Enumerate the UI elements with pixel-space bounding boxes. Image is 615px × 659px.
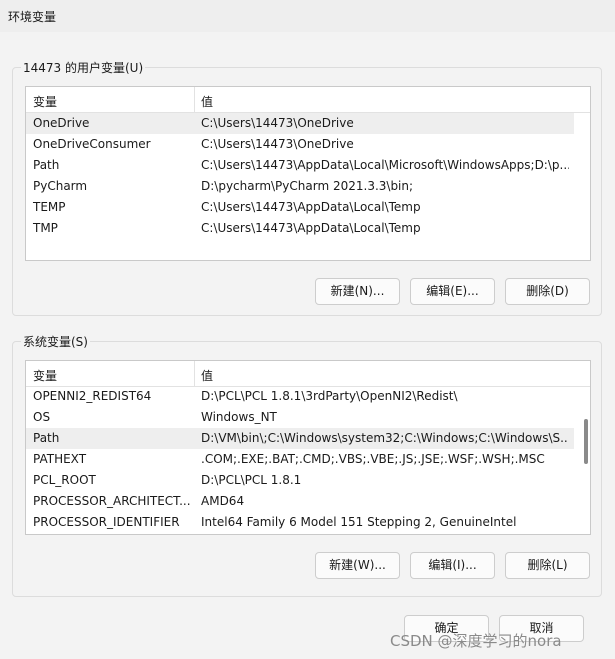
window-title: 环境变量 bbox=[8, 10, 57, 24]
title-bar: 环境变量 bbox=[0, 0, 615, 32]
column-header-value[interactable]: 值 bbox=[201, 367, 213, 384]
system-var-row-pathext[interactable]: PATHEXT .COM;.EXE;.BAT;.CMD;.VBS;.VBE;.J… bbox=[26, 449, 574, 470]
var-name: PATHEXT bbox=[33, 452, 87, 466]
var-name: PyCharm bbox=[33, 179, 88, 193]
var-value: D:\pycharm\PyCharm 2021.3.3\bin; bbox=[201, 179, 414, 193]
var-name: Path bbox=[33, 158, 60, 172]
var-name: OneDriveConsumer bbox=[33, 137, 151, 151]
var-value: C:\Users\14473\AppData\Local\Temp bbox=[201, 221, 421, 235]
system-var-row-os[interactable]: OS Windows_NT bbox=[26, 407, 574, 428]
var-value: .COM;.EXE;.BAT;.CMD;.VBS;.VBE;.JS;.JSE;.… bbox=[201, 452, 545, 466]
system-delete-button[interactable]: 删除(L) bbox=[505, 552, 590, 579]
column-divider[interactable] bbox=[194, 361, 195, 386]
system-variables-list[interactable]: 变量 值 OPENNI2_REDIST64 D:\PCL\PCL 1.8.1\3… bbox=[25, 360, 591, 535]
var-value: C:\Users\14473\AppData\Local\Temp bbox=[201, 200, 421, 214]
watermark: CSDN @深度学习的nora bbox=[390, 632, 562, 650]
system-var-row-openni2[interactable]: OPENNI2_REDIST64 D:\PCL\PCL 1.8.1\3rdPar… bbox=[26, 386, 574, 407]
var-name: PROCESSOR_ARCHITECT... bbox=[33, 494, 191, 508]
var-name: PROCESSOR_IDENTIFIER bbox=[33, 515, 180, 529]
system-var-row-path[interactable]: Path D:\VM\bin\;C:\Windows\system32;C:\W… bbox=[26, 428, 574, 449]
system-variables-label: 系统变量(S) bbox=[21, 333, 90, 350]
var-name: OPENNI2_REDIST64 bbox=[33, 389, 152, 403]
user-delete-button[interactable]: 删除(D) bbox=[505, 278, 590, 305]
user-var-row-tmp[interactable]: TMP C:\Users\14473\AppData\Local\Temp bbox=[26, 218, 574, 239]
var-name: TEMP bbox=[33, 200, 66, 214]
var-value: C:\Users\14473\OneDrive bbox=[201, 116, 354, 130]
vertical-scrollbar-thumb[interactable] bbox=[584, 419, 588, 464]
var-value: C:\Users\14473\OneDrive bbox=[201, 137, 354, 151]
var-name: OS bbox=[33, 410, 51, 424]
user-variables-label: 14473 的用户变量(U) bbox=[21, 59, 146, 76]
system-var-row-pcl-root[interactable]: PCL_ROOT D:\PCL\PCL 1.8.1 bbox=[26, 470, 574, 491]
user-var-row-path[interactable]: Path C:\Users\14473\AppData\Local\Micros… bbox=[26, 155, 574, 176]
var-name: PCL_ROOT bbox=[33, 473, 96, 487]
column-header-variable[interactable]: 变量 bbox=[33, 367, 57, 384]
var-value: D:\PCL\PCL 1.8.1 bbox=[201, 473, 302, 487]
user-new-button[interactable]: 新建(N)... bbox=[315, 278, 400, 305]
var-value: D:\VM\bin\;C:\Windows\system32;C:\Window… bbox=[201, 431, 569, 445]
list-header: 变量 值 bbox=[26, 87, 590, 113]
column-header-variable[interactable]: 变量 bbox=[33, 93, 57, 110]
var-name: TMP bbox=[33, 221, 58, 235]
var-name: Path bbox=[33, 431, 60, 445]
system-edit-button[interactable]: 编辑(I)... bbox=[410, 552, 495, 579]
column-header-value[interactable]: 值 bbox=[201, 93, 213, 110]
system-new-button[interactable]: 新建(W)... bbox=[315, 552, 400, 579]
var-value: C:\Users\14473\AppData\Local\Microsoft\W… bbox=[201, 158, 569, 172]
var-name: OneDrive bbox=[33, 116, 90, 130]
user-var-row-onedrive[interactable]: OneDrive C:\Users\14473\OneDrive bbox=[26, 113, 574, 134]
user-var-row-onedriveconsumer[interactable]: OneDriveConsumer C:\Users\14473\OneDrive bbox=[26, 134, 574, 155]
user-variables-group: 14473 的用户变量(U) 变量 值 OneDrive C:\Users\14… bbox=[12, 59, 602, 316]
column-divider[interactable] bbox=[194, 87, 195, 112]
user-variables-list[interactable]: 变量 值 OneDrive C:\Users\14473\OneDrive On… bbox=[25, 86, 591, 261]
user-edit-button[interactable]: 编辑(E)... bbox=[410, 278, 495, 305]
system-var-row-processor-architecture[interactable]: PROCESSOR_ARCHITECT... AMD64 bbox=[26, 491, 574, 512]
system-var-row-processor-identifier[interactable]: PROCESSOR_IDENTIFIER Intel64 Family 6 Mo… bbox=[26, 512, 574, 533]
user-var-row-temp[interactable]: TEMP C:\Users\14473\AppData\Local\Temp bbox=[26, 197, 574, 218]
var-value: Windows_NT bbox=[201, 410, 277, 424]
var-value: Intel64 Family 6 Model 151 Stepping 2, G… bbox=[201, 515, 517, 529]
list-header: 变量 值 bbox=[26, 361, 590, 387]
user-var-row-pycharm[interactable]: PyCharm D:\pycharm\PyCharm 2021.3.3\bin; bbox=[26, 176, 574, 197]
var-value: AMD64 bbox=[201, 494, 245, 508]
system-variables-group: 系统变量(S) 变量 值 OPENNI2_REDIST64 D:\PCL\PCL… bbox=[12, 333, 602, 597]
var-value: D:\PCL\PCL 1.8.1\3rdParty\OpenNI2\Redist… bbox=[201, 389, 458, 403]
